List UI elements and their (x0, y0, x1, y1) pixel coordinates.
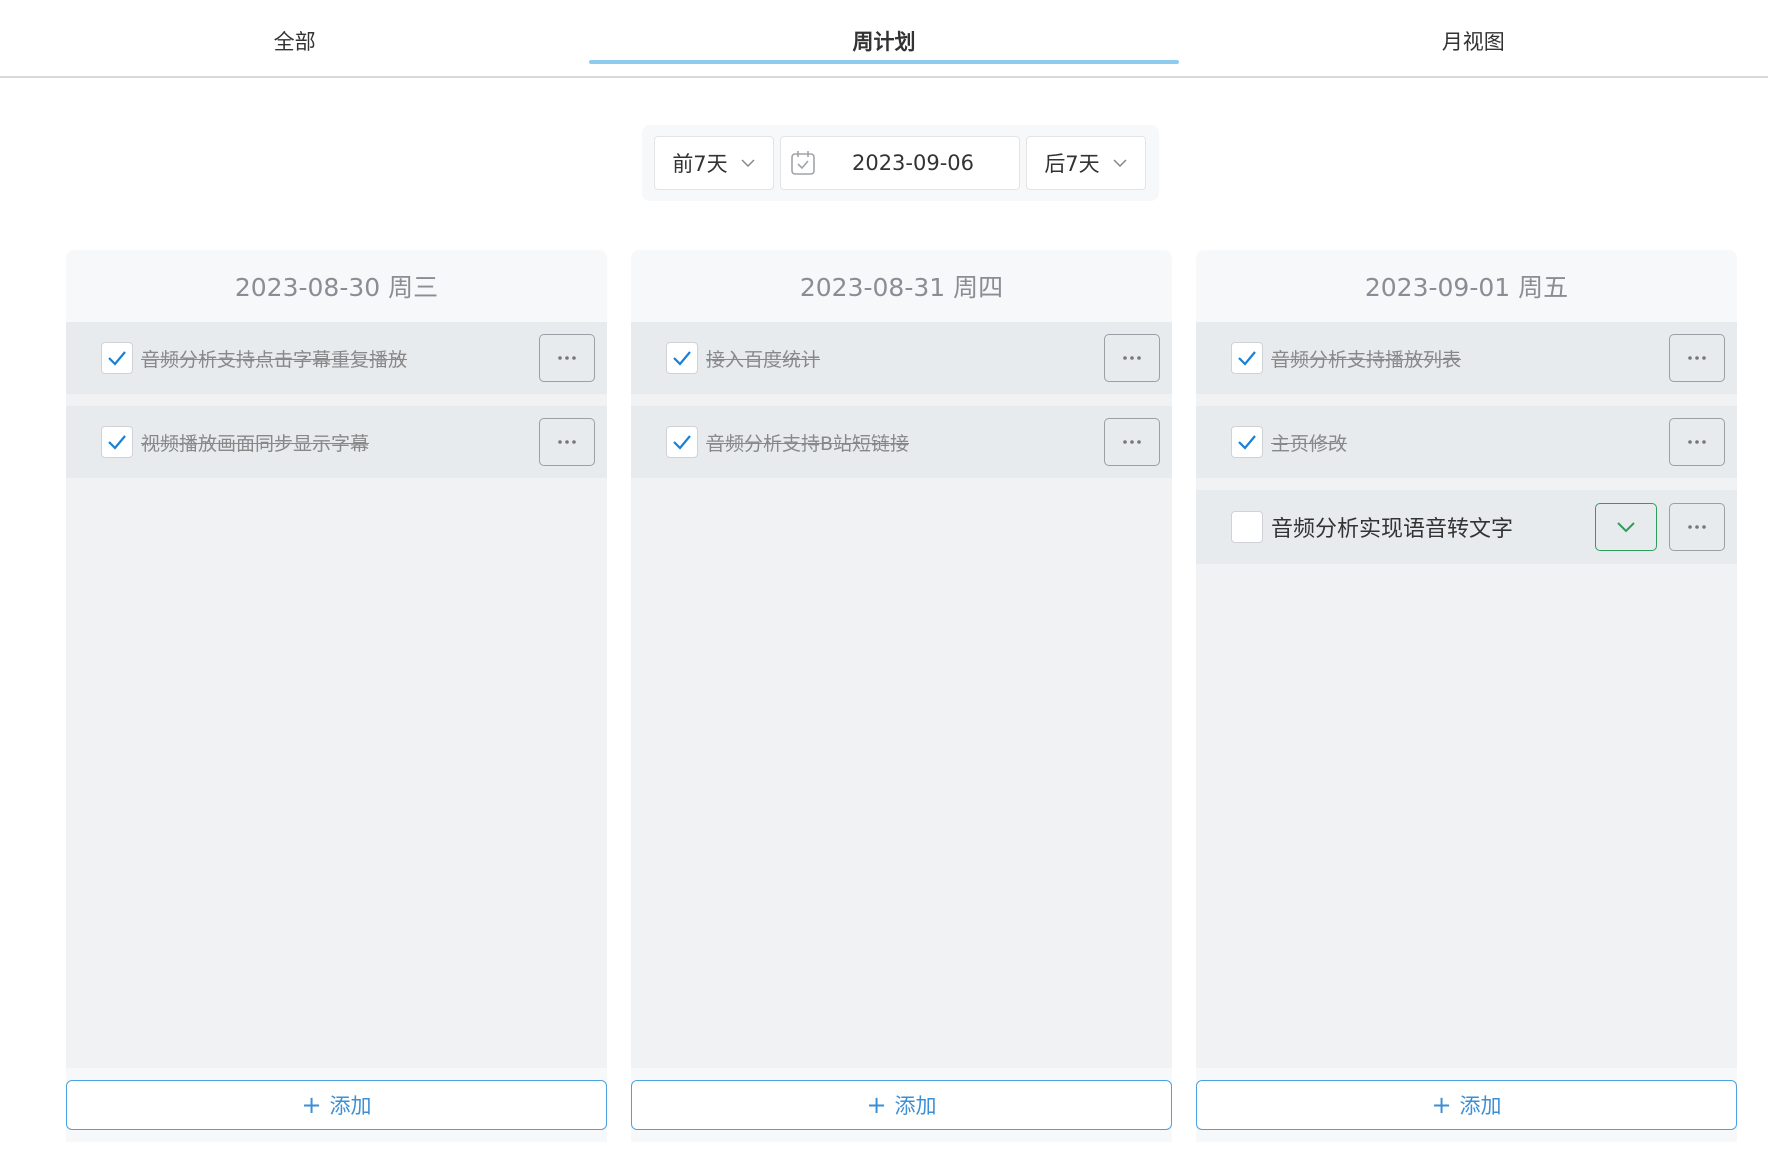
day-column-title: 2023-09-01 周五 (1196, 250, 1737, 322)
chevron-down-icon (1113, 159, 1127, 168)
task-text: 音频分析支持播放列表 (1271, 348, 1462, 371)
task-more-button[interactable] (1669, 334, 1725, 382)
more-icon (1688, 440, 1706, 444)
day-column: 2023-08-31 周四 接入百度统计 音频分析支持B站短链接 + 添加 (631, 250, 1172, 1142)
task-more-button[interactable] (1104, 418, 1160, 466)
day-column: 2023-08-30 周三 音频分析支持点击字幕重复播放 视频播放画面同步显示字… (66, 250, 607, 1142)
date-toolbar: 前7天 2023-09-06 后7天 (642, 125, 1159, 201)
task-checkbox[interactable] (1231, 426, 1263, 458)
task-item: 接入百度统计 (631, 322, 1172, 394)
task-text: 音频分析支持点击字幕重复播放 (141, 348, 408, 371)
day-column: 2023-09-01 周五 音频分析支持播放列表 主页修改 音频分析实现语音转文… (1196, 250, 1737, 1142)
task-list: 音频分析支持播放列表 主页修改 音频分析实现语音转文字 (1196, 322, 1737, 1068)
check-icon (108, 435, 126, 450)
task-checkbox[interactable] (1231, 511, 1263, 543)
view-tabs: 全部 周计划 月视图 (0, 0, 1768, 78)
check-icon (673, 351, 691, 366)
prev-7-days-label: 前7天 (672, 152, 728, 176)
task-item: 主页修改 (1196, 406, 1737, 478)
chevron-down-icon (741, 159, 755, 168)
prev-7-days-select[interactable]: 前7天 (654, 136, 774, 190)
task-item: 音频分析支持点击字幕重复播放 (66, 322, 607, 394)
task-more-button[interactable] (1104, 334, 1160, 382)
tab-month-view[interactable]: 月视图 (1179, 0, 1768, 76)
check-icon (673, 435, 691, 450)
more-icon (1123, 356, 1141, 360)
more-icon (1123, 440, 1141, 444)
chevron-down-icon (1617, 522, 1635, 533)
add-task-button[interactable]: + 添加 (631, 1080, 1172, 1130)
day-column-title: 2023-08-31 周四 (631, 250, 1172, 322)
add-task-button[interactable]: + 添加 (1196, 1080, 1737, 1130)
check-icon (1238, 435, 1256, 450)
task-text: 视频播放画面同步显示字幕 (141, 432, 370, 455)
task-more-button[interactable] (539, 418, 595, 466)
date-value: 2023-09-06 (851, 151, 975, 175)
tab-all[interactable]: 全部 (0, 0, 589, 76)
task-text: 音频分析实现语音转文字 (1271, 517, 1514, 542)
plus-icon: + (1431, 1091, 1452, 1119)
task-item: 音频分析支持播放列表 (1196, 322, 1737, 394)
add-area: + 添加 (66, 1068, 607, 1142)
task-item: 音频分析支持B站短链接 (631, 406, 1172, 478)
more-icon (1688, 525, 1706, 529)
add-area: + 添加 (631, 1068, 1172, 1142)
task-item: 音频分析实现语音转文字 (1196, 490, 1737, 564)
week-columns: 2023-08-30 周三 音频分析支持点击字幕重复播放 视频播放画面同步显示字… (66, 250, 1737, 1142)
next-7-days-select[interactable]: 后7天 (1026, 136, 1146, 190)
next-7-days-label: 后7天 (1044, 152, 1100, 176)
more-icon (1688, 356, 1706, 360)
check-icon (1238, 351, 1256, 366)
calendar-icon (791, 151, 815, 175)
task-more-button[interactable] (1669, 503, 1725, 551)
plus-icon: + (866, 1091, 887, 1119)
add-task-label: 添加 (894, 1094, 937, 1118)
plus-icon: + (301, 1091, 322, 1119)
check-icon (108, 351, 126, 366)
task-checkbox[interactable] (1231, 342, 1263, 374)
add-task-label: 添加 (1459, 1094, 1502, 1118)
task-text: 主页修改 (1271, 432, 1348, 455)
more-icon (558, 440, 576, 444)
more-icon (558, 356, 576, 360)
tab-week-plan[interactable]: 周计划 (589, 0, 1179, 76)
add-area: + 添加 (1196, 1068, 1737, 1142)
task-checkbox[interactable] (101, 342, 133, 374)
task-more-button[interactable] (539, 334, 595, 382)
task-checkbox[interactable] (101, 426, 133, 458)
date-picker[interactable]: 2023-09-06 (780, 136, 1020, 190)
task-list: 音频分析支持点击字幕重复播放 视频播放画面同步显示字幕 (66, 322, 607, 1068)
task-text: 接入百度统计 (706, 348, 821, 371)
task-checkbox[interactable] (666, 426, 698, 458)
task-more-button[interactable] (1669, 418, 1725, 466)
add-task-button[interactable]: + 添加 (66, 1080, 607, 1130)
day-column-title: 2023-08-30 周三 (66, 250, 607, 322)
add-task-label: 添加 (329, 1094, 372, 1118)
task-list: 接入百度统计 音频分析支持B站短链接 (631, 322, 1172, 1068)
task-checkbox[interactable] (666, 342, 698, 374)
task-item: 视频播放画面同步显示字幕 (66, 406, 607, 478)
task-complete-button[interactable] (1595, 503, 1657, 551)
task-text: 音频分析支持B站短链接 (706, 432, 910, 455)
